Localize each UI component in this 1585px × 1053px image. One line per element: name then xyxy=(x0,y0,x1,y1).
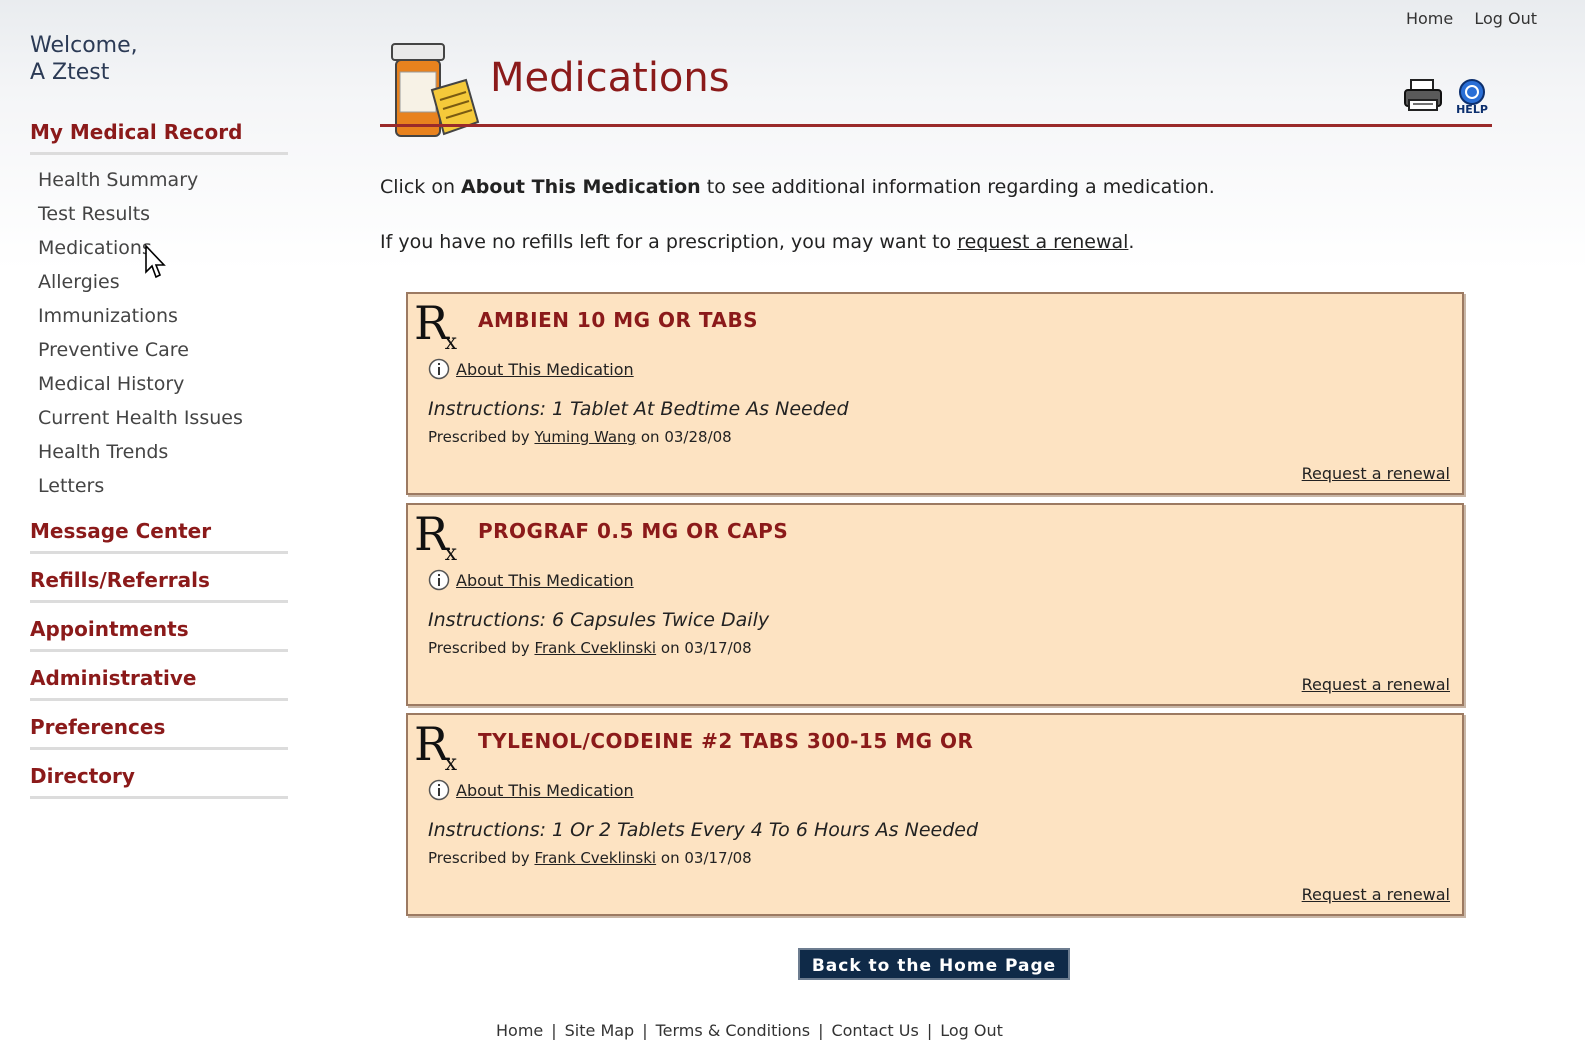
sidebar-item-test-results[interactable]: Test Results xyxy=(38,199,288,233)
mouse-cursor-icon xyxy=(145,244,166,279)
sidebar-item-immunizations[interactable]: Immunizations xyxy=(38,301,288,335)
intro-bold: About This Medication xyxy=(461,176,701,198)
about-medication-link[interactable]: About This Medication xyxy=(428,358,634,380)
info-icon xyxy=(428,569,450,591)
request-renewal-button[interactable]: Request a renewal xyxy=(1302,464,1450,483)
intro-line-1: Click on About This Medication to see ad… xyxy=(380,176,1215,198)
top-link-home[interactable]: Home xyxy=(1406,9,1453,28)
prescribed-date: 03/17/08 xyxy=(684,849,752,867)
medication-instructions: Instructions: 6 Capsules Twice Daily xyxy=(428,609,770,631)
title-divider xyxy=(380,124,1492,127)
welcome-line: Welcome, xyxy=(30,33,138,58)
pill-bottle-icon xyxy=(391,43,480,137)
rx-icon: Rx xyxy=(414,296,458,355)
request-renewal-button[interactable]: Request a renewal xyxy=(1302,885,1450,904)
footer-separator: | xyxy=(551,1021,557,1040)
about-medication-label: About This Medication xyxy=(456,780,634,800)
prescribed-prefix: Prescribed by xyxy=(428,428,530,446)
sidebar-section-appointments[interactable]: Appointments xyxy=(30,617,288,652)
sidebar-item-health-summary[interactable]: Health Summary xyxy=(38,165,288,199)
welcome-message: Welcome, A Ztest xyxy=(30,32,138,86)
sidebar-item-letters[interactable]: Letters xyxy=(38,471,288,505)
top-link-logout[interactable]: Log Out xyxy=(1474,9,1537,28)
sidebar-sublist: Health Summary Test Results Medications … xyxy=(30,165,288,505)
prescriber-link[interactable]: Frank Cveklinski xyxy=(534,639,656,657)
medication-instructions: Instructions: 1 Or 2 Tablets Every 4 To … xyxy=(428,819,979,841)
medication-instructions: Instructions: 1 Tablet At Bedtime As Nee… xyxy=(428,398,849,420)
page-title: Medications xyxy=(490,55,730,101)
sidebar-item-health-trends[interactable]: Health Trends xyxy=(38,437,288,471)
sidebar-section-refills-referrals[interactable]: Refills/Referrals xyxy=(30,568,288,603)
sidebar-section-my-medical-record[interactable]: My Medical Record xyxy=(30,120,288,155)
medication-card: Rx TYLENOL/CODEINE #2 TABS 300-15 MG OR … xyxy=(406,713,1464,916)
prescribed-prefix: Prescribed by xyxy=(428,639,530,657)
about-medication-link[interactable]: About This Medication xyxy=(428,779,634,801)
sidebar-item-current-health-issues[interactable]: Current Health Issues xyxy=(38,403,288,437)
intro-text: to see additional information regarding … xyxy=(700,176,1215,198)
medication-name: AMBIEN 10 MG OR TABS xyxy=(478,308,759,332)
page: Home Log Out Welcome, A Ztest My Medical… xyxy=(0,0,1585,1053)
footer-link-site-map[interactable]: Site Map xyxy=(565,1021,635,1040)
help-button[interactable]: HELP xyxy=(1451,78,1493,120)
on-label: on xyxy=(660,639,680,657)
prescribed-by: Prescribed by Frank Cveklinski on 03/17/… xyxy=(428,639,752,657)
sidebar-section-message-center[interactable]: Message Center xyxy=(30,519,288,554)
sidebar-item-medical-history[interactable]: Medical History xyxy=(38,369,288,403)
rx-icon: Rx xyxy=(414,717,458,776)
prescribed-by: Prescribed by Frank Cveklinski on 03/17/… xyxy=(428,849,752,867)
medication-name: PROGRAF 0.5 MG OR CAPS xyxy=(478,519,789,543)
info-icon xyxy=(428,358,450,380)
footer-link-log-out[interactable]: Log Out xyxy=(940,1021,1003,1040)
footer-separator: | xyxy=(818,1021,824,1040)
prescribed-prefix: Prescribed by xyxy=(428,849,530,867)
medication-name: TYLENOL/CODEINE #2 TABS 300-15 MG OR xyxy=(478,729,974,753)
footer-links: Home | Site Map | Terms & Conditions | C… xyxy=(496,1021,1003,1040)
rx-icon: Rx xyxy=(414,507,458,566)
footer-separator: | xyxy=(642,1021,648,1040)
medication-card: Rx PROGRAF 0.5 MG OR CAPS About This Med… xyxy=(406,503,1464,706)
on-label: on xyxy=(640,428,660,446)
sidebar: My Medical Record Health Summary Test Re… xyxy=(30,120,288,809)
intro-line-2: If you have no refills left for a prescr… xyxy=(380,231,1134,253)
on-label: on xyxy=(660,849,680,867)
footer-link-home[interactable]: Home xyxy=(496,1021,543,1040)
prescriber-link[interactable]: Frank Cveklinski xyxy=(534,849,656,867)
sidebar-section-administrative[interactable]: Administrative xyxy=(30,666,288,701)
help-label: HELP xyxy=(1456,103,1488,116)
footer-link-contact-us[interactable]: Contact Us xyxy=(831,1021,918,1040)
about-medication-link[interactable]: About This Medication xyxy=(428,569,634,591)
top-links: Home Log Out xyxy=(1390,9,1537,28)
back-to-home-button[interactable]: Back to the Home Page xyxy=(798,948,1070,980)
prescribed-date: 03/28/08 xyxy=(664,428,732,446)
request-renewal-button[interactable]: Request a renewal xyxy=(1302,675,1450,694)
intro-text: . xyxy=(1128,231,1135,253)
about-medication-label: About This Medication xyxy=(456,359,634,379)
footer-link-terms[interactable]: Terms & Conditions xyxy=(656,1021,810,1040)
info-icon xyxy=(428,779,450,801)
welcome-user: A Ztest xyxy=(30,60,110,85)
medication-card: Rx AMBIEN 10 MG OR TABS About This Medic… xyxy=(406,292,1464,495)
prescriber-link[interactable]: Yuming Wang xyxy=(534,428,636,446)
request-renewal-link[interactable]: request a renewal xyxy=(957,231,1128,253)
intro-text: If you have no refills left for a prescr… xyxy=(380,231,958,253)
printer-icon[interactable] xyxy=(1403,78,1443,114)
about-medication-label: About This Medication xyxy=(456,570,634,590)
sidebar-section-directory[interactable]: Directory xyxy=(30,764,288,799)
sidebar-item-preventive-care[interactable]: Preventive Care xyxy=(38,335,288,369)
intro-text: Click on xyxy=(380,176,462,198)
prescribed-date: 03/17/08 xyxy=(684,639,752,657)
footer-separator: | xyxy=(926,1021,933,1040)
sidebar-section-preferences[interactable]: Preferences xyxy=(30,715,288,750)
prescribed-by: Prescribed by Yuming Wang on 03/28/08 xyxy=(428,428,732,446)
